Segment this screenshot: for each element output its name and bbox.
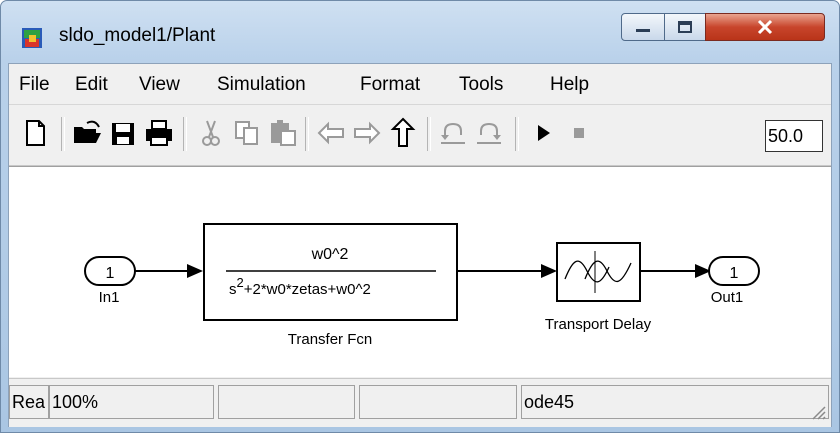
stop-icon [574, 128, 584, 138]
transfer-fcn-label: Transfer Fcn [288, 331, 372, 348]
up-icon [390, 117, 416, 147]
stop-time-input[interactable]: 50.0 [765, 120, 823, 152]
up-button[interactable] [387, 115, 419, 151]
forward-button[interactable] [351, 115, 383, 151]
inport-block[interactable]: 1 [84, 256, 136, 286]
menu-simulation[interactable]: Simulation [217, 74, 306, 96]
cut-button[interactable] [195, 115, 227, 151]
menu-view[interactable]: View [139, 74, 180, 96]
start-simulation-button[interactable] [527, 115, 559, 151]
status-panel-4 [359, 385, 517, 419]
toolbar-separator [305, 117, 309, 151]
play-icon [538, 125, 550, 141]
back-icon [317, 121, 344, 145]
inport-number: 1 [106, 265, 115, 282]
resize-grip-icon[interactable] [809, 403, 827, 421]
paste-icon [271, 120, 296, 146]
redo-icon [477, 122, 501, 144]
status-zoom: 100% [49, 385, 214, 419]
status-ready: Rea [9, 385, 49, 419]
minimize-button[interactable] [621, 13, 665, 41]
redo-button[interactable] [473, 115, 505, 151]
outport-number: 1 [730, 265, 739, 282]
title-bar[interactable]: sldo_model1/Plant [1, 1, 839, 63]
tf-numerator: w0^2 [311, 246, 349, 263]
menu-help[interactable]: Help [550, 74, 589, 96]
toolbar-separator [427, 117, 431, 151]
save-button[interactable] [107, 115, 139, 151]
arrowhead [541, 264, 557, 278]
open-button[interactable] [71, 115, 103, 151]
toolbar-separator [61, 117, 65, 151]
menu-bar: File Edit View Simulation Format Tools H… [9, 64, 831, 105]
outport-block[interactable]: 1 [708, 256, 760, 286]
maximize-icon [678, 21, 692, 33]
transfer-fcn-block[interactable]: w0^2 s2+2*w0*zetas+w0^2 [203, 223, 458, 321]
transport-delay-label: Transport Delay [545, 316, 652, 333]
menu-file[interactable]: File [19, 74, 50, 96]
close-icon [757, 19, 773, 35]
new-button[interactable] [19, 115, 51, 151]
status-bar: Rea 100% ode45 [9, 378, 831, 427]
new-icon [26, 120, 45, 146]
arrowhead [187, 264, 203, 278]
model-window-body: File Edit View Simulation Format Tools H… [8, 63, 832, 427]
toolbar-separator [515, 117, 519, 151]
close-button[interactable] [705, 13, 825, 41]
transport-delay-block[interactable] [556, 242, 641, 302]
maximize-button[interactable] [664, 13, 706, 41]
cut-icon [202, 120, 220, 146]
menu-tools[interactable]: Tools [459, 74, 503, 96]
save-icon [112, 123, 134, 145]
outport-label: Out1 [711, 289, 744, 306]
model-canvas[interactable]: 1 In1 w0^2 s2+2*w0*zetas+w0^2 Transfer F… [9, 166, 831, 377]
toolbar: 50.0 [9, 105, 831, 166]
block-diagram: 1 In1 w0^2 s2+2*w0*zetas+w0^2 Transfer F… [84, 223, 760, 348]
menu-format[interactable]: Format [360, 74, 420, 96]
inport-label: In1 [99, 289, 120, 306]
menu-edit[interactable]: Edit [75, 74, 108, 96]
back-button[interactable] [315, 115, 347, 151]
undo-icon [441, 122, 465, 144]
status-solver: ode45 [521, 385, 829, 419]
window-title: sldo_model1/Plant [59, 25, 216, 46]
copy-button[interactable] [231, 115, 263, 151]
copy-icon [235, 121, 258, 145]
print-icon [146, 120, 172, 146]
print-button[interactable] [143, 115, 175, 151]
simulink-model-icon [22, 28, 42, 48]
stop-simulation-button[interactable] [563, 115, 595, 151]
status-panel-3 [218, 385, 355, 419]
paste-button[interactable] [267, 115, 299, 151]
forward-icon [354, 121, 381, 145]
minimize-icon [636, 29, 650, 32]
app-window: sldo_model1/Plant File Edit View Simulat… [0, 0, 840, 433]
toolbar-separator [183, 117, 187, 151]
undo-button[interactable] [437, 115, 469, 151]
open-icon [74, 120, 101, 143]
